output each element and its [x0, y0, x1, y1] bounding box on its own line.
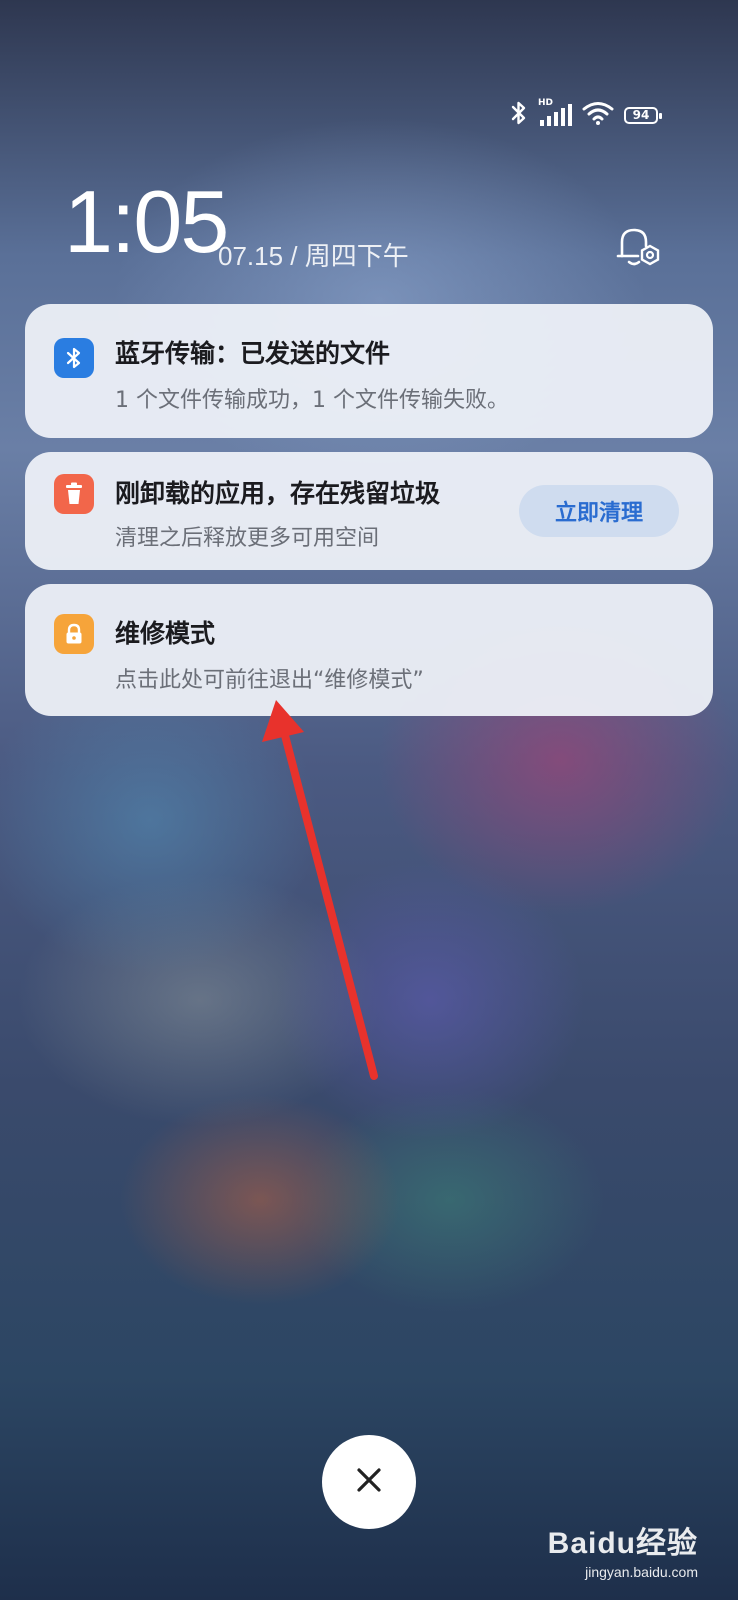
lockscreen-time: 1:05 — [64, 172, 229, 271]
watermark-logo: Baidu经验 — [547, 1527, 698, 1560]
bluetooth-icon — [510, 100, 528, 130]
notification-title: 维修模式 — [115, 619, 216, 648]
battery-level: 94 — [632, 108, 650, 122]
bluetooth-app-icon — [54, 338, 94, 378]
notification-settings-icon — [612, 228, 662, 276]
notification-title: 刚卸载的应用，存在残留垃圾 — [115, 479, 441, 508]
wifi-icon — [582, 100, 614, 130]
battery-indicator: 94 — [624, 106, 662, 124]
notification-card-bluetooth[interactable]: 蓝牙传输：已发送的文件 1 个文件传输成功，1 个文件传输失败。 — [25, 304, 713, 438]
notification-body: 清理之后释放更多可用空间 — [115, 526, 380, 551]
close-icon — [355, 1466, 383, 1498]
baidu-watermark: Baidu经验 jingyan.baidu.com — [548, 1518, 698, 1580]
hd-signal-icon: HD — [538, 98, 572, 128]
notification-body: 点击此处可前往退出“维修模式” — [115, 668, 424, 693]
close-button[interactable] — [322, 1435, 416, 1529]
notification-body: 1 个文件传输成功，1 个文件传输失败。 — [115, 388, 509, 413]
notification-card-maintenance[interactable]: 维修模式 点击此处可前往退出“维修模式” — [25, 584, 713, 716]
lockscreen-date: 07.15 / 周四下午 — [218, 241, 409, 271]
watermark-site: jingyan.baidu.com — [585, 1564, 698, 1580]
notification-card-cleanup[interactable]: 刚卸载的应用，存在残留垃圾 清理之后释放更多可用空间 立即清理 — [25, 452, 713, 570]
lock-icon — [54, 614, 94, 654]
trash-icon — [54, 474, 94, 514]
status-bar: HD 94 — [510, 98, 662, 130]
notification-title: 蓝牙传输：已发送的文件 — [115, 339, 391, 368]
notification-settings-button[interactable] — [612, 222, 662, 272]
clean-now-button[interactable]: 立即清理 — [519, 485, 679, 537]
